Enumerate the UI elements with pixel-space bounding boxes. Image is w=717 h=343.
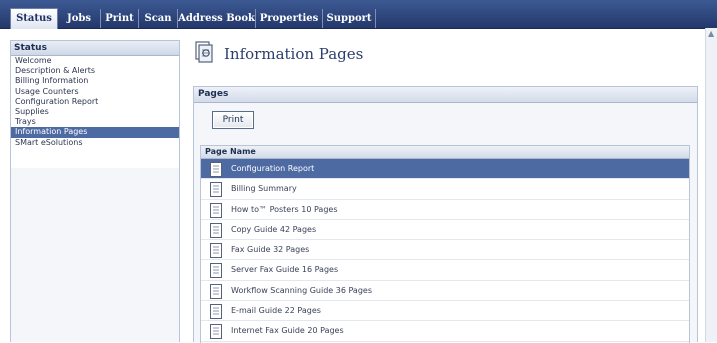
document-icon: [210, 243, 222, 259]
list-item[interactable]: Server Fax Guide 16 Pages: [201, 260, 689, 281]
top-nav: Status Jobs Print Scan Address Book Prop…: [0, 0, 717, 29]
list-item[interactable]: Workflow Scanning Guide 36 Pages: [201, 281, 689, 302]
page-scrollbar[interactable]: ▲: [705, 28, 717, 342]
document-icon: [210, 263, 222, 279]
list-item-label: Configuration Report: [231, 164, 315, 173]
sidebar-item-description-alerts[interactable]: Description & Alerts: [11, 66, 179, 76]
sidebar-item-trays[interactable]: Trays: [11, 117, 179, 127]
sidebar-item-billing-information[interactable]: Billing Information: [11, 76, 179, 86]
list-item-label: Billing Summary: [231, 184, 297, 194]
sidebar-item-smart-esolutions[interactable]: SMart eSolutions: [11, 138, 179, 148]
document-icon: [210, 222, 222, 238]
scroll-up-arrow-icon[interactable]: ▲: [708, 30, 714, 38]
document-icon: [210, 162, 222, 177]
tab-status[interactable]: Status: [10, 8, 58, 29]
sidebar-item-information-pages[interactable]: Information Pages: [11, 127, 179, 138]
print-button[interactable]: Print: [212, 111, 254, 129]
document-icon: [210, 202, 222, 218]
list-item[interactable]: Internet Fax Guide 20 Pages: [201, 321, 689, 342]
document-icon: [210, 283, 222, 299]
list-item[interactable]: How to™ Posters 10 Pages: [201, 200, 689, 220]
list-item[interactable]: Billing Summary: [201, 179, 689, 200]
sidebar-item-supplies[interactable]: Supplies: [11, 107, 179, 117]
sidebar: Status Welcome Description & Alerts Bill…: [10, 40, 180, 342]
tab-support[interactable]: Support: [323, 9, 376, 28]
sidebar-item-welcome[interactable]: Welcome: [11, 56, 179, 66]
sidebar-fill: [11, 168, 179, 342]
page-name-column-header: Page Name: [201, 146, 689, 159]
list-item-label: Server Fax Guide 16 Pages: [231, 265, 339, 275]
list-item[interactable]: Configuration Report: [201, 159, 689, 180]
info-pages-icon: [195, 41, 213, 63]
list-item-label: Workflow Scanning Guide 36 Pages: [231, 285, 373, 295]
document-icon: [210, 304, 222, 320]
sidebar-item-configuration-report[interactable]: Configuration Report: [11, 97, 179, 107]
list-item-label: Copy Guide 42 Pages: [231, 224, 317, 234]
list-item-label: E-mail Guide 22 Pages: [231, 306, 321, 316]
document-icon: [210, 182, 222, 198]
tab-print[interactable]: Print: [101, 9, 139, 28]
list-item[interactable]: Fax Guide 32 Pages: [201, 240, 689, 261]
list-item[interactable]: Copy Guide 42 Pages: [201, 220, 689, 241]
pages-panel-heading: Pages: [194, 87, 697, 103]
list-item[interactable]: E-mail Guide 22 Pages: [201, 301, 689, 322]
tab-properties[interactable]: Properties: [256, 9, 323, 28]
document-icon: [210, 324, 222, 340]
tab-scan[interactable]: Scan: [139, 9, 178, 28]
page-list: Page Name Configuration Report Billing S…: [200, 145, 690, 343]
sidebar-item-usage-counters[interactable]: Usage Counters: [11, 87, 179, 97]
pages-panel: Pages Print Page Name Configuration Repo…: [193, 86, 698, 343]
page-title: Information Pages: [224, 45, 364, 63]
tab-jobs[interactable]: Jobs: [58, 9, 101, 28]
sidebar-heading: Status: [11, 41, 179, 56]
list-item-label: Internet Fax Guide 20 Pages: [231, 326, 344, 336]
list-item-label: Fax Guide 32 Pages: [231, 245, 310, 255]
list-item-label: How to™ Posters 10 Pages: [231, 204, 338, 214]
tab-address-book[interactable]: Address Book: [178, 9, 256, 28]
main-content: Information Pages Pages Print Page Name …: [190, 36, 700, 343]
